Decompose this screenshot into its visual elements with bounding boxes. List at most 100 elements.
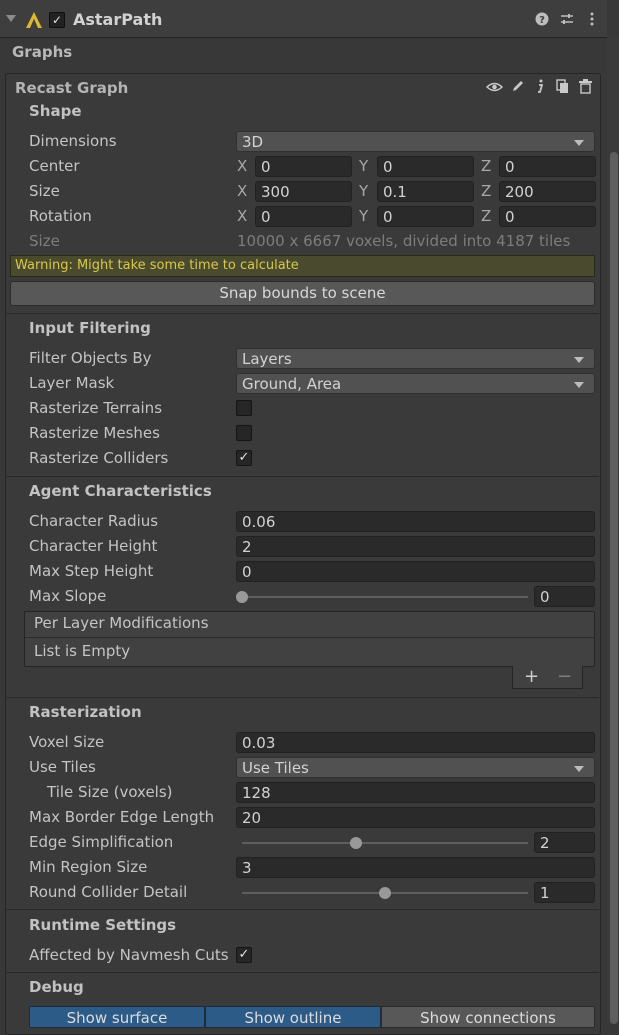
center-z-field[interactable]: 0 xyxy=(499,156,596,177)
filter-objects-dropdown[interactable]: Layers xyxy=(236,348,595,369)
rasterize-terrains-label: Rasterize Terrains xyxy=(29,399,163,417)
center-x-field[interactable]: 0 xyxy=(255,156,352,177)
divider xyxy=(6,972,599,973)
chevron-down-icon xyxy=(574,357,584,363)
tile-size-field[interactable]: 128 xyxy=(236,782,595,803)
dimensions-label: Dimensions xyxy=(29,132,117,150)
divider xyxy=(6,909,599,910)
voxel-info-value: 10000 x 6667 voxels, divided into 4187 t… xyxy=(237,232,571,250)
show-outline-toggle[interactable]: Show outline xyxy=(205,1006,381,1028)
add-icon[interactable]: + xyxy=(524,666,539,687)
max-step-height-label: Max Step Height xyxy=(29,562,154,580)
pencil-icon[interactable] xyxy=(511,79,525,93)
per-layer-modifications-header: Per Layer Modifications xyxy=(34,614,209,632)
warning-message: Warning: Might take some time to calcula… xyxy=(10,255,595,277)
help-icon[interactable]: ? xyxy=(534,12,550,28)
duplicate-icon[interactable] xyxy=(556,79,569,94)
eye-icon[interactable] xyxy=(486,80,503,94)
rotation-label: Rotation xyxy=(29,207,92,225)
rotation-y-label: Y xyxy=(359,207,369,225)
center-z-label: Z xyxy=(481,157,492,175)
navmesh-cuts-checkbox[interactable]: ✓ xyxy=(236,947,252,963)
size-x-label: X xyxy=(237,182,248,200)
kebab-menu-icon[interactable] xyxy=(584,12,600,28)
edge-simplification-field[interactable]: 2 xyxy=(534,832,595,853)
divider xyxy=(6,313,599,314)
rasterize-colliders-label: Rasterize Colliders xyxy=(29,449,169,467)
rasterize-meshes-label: Rasterize Meshes xyxy=(29,424,160,442)
debug-section-title[interactable]: Debug xyxy=(29,978,84,996)
layer-mask-dropdown[interactable]: Ground, Area xyxy=(236,373,595,394)
character-height-field[interactable]: 2 xyxy=(236,536,595,557)
astar-logo-icon xyxy=(26,12,42,28)
chevron-down-icon xyxy=(574,382,584,388)
svg-text:?: ? xyxy=(539,15,545,26)
foldout-arrow-icon[interactable] xyxy=(6,15,16,22)
rotation-x-label: X xyxy=(237,207,248,225)
rasterization-section-title[interactable]: Rasterization xyxy=(29,703,142,721)
voxel-info-label: Size xyxy=(29,232,60,250)
center-x-label: X xyxy=(237,157,248,175)
center-y-field[interactable]: 0 xyxy=(377,156,474,177)
center-label: Center xyxy=(29,157,80,175)
size-label: Size xyxy=(29,182,60,200)
center-y-label: Y xyxy=(359,157,369,175)
min-region-size-field[interactable]: 3 xyxy=(236,857,595,878)
max-slope-field[interactable]: 0 xyxy=(534,586,595,607)
rotation-z-field[interactable]: 0 xyxy=(499,206,596,227)
layer-mask-value: Ground, Area xyxy=(242,375,342,393)
voxel-size-label: Voxel Size xyxy=(29,733,105,751)
show-connections-toggle[interactable]: Show connections xyxy=(381,1006,595,1028)
scrollbar-thumb[interactable] xyxy=(610,152,618,1024)
min-region-size-label: Min Region Size xyxy=(29,858,148,876)
character-radius-field[interactable]: 0.06 xyxy=(236,511,595,532)
round-collider-detail-label: Round Collider Detail xyxy=(29,883,188,901)
size-z-field[interactable]: 200 xyxy=(499,181,596,202)
max-slope-slider-track[interactable] xyxy=(242,596,528,598)
max-border-edge-field[interactable]: 20 xyxy=(236,807,595,828)
graph-title[interactable]: Recast Graph xyxy=(15,79,128,97)
component-enabled-checkbox[interactable]: ✓ xyxy=(49,12,65,28)
presets-icon[interactable] xyxy=(559,12,575,28)
use-tiles-label: Use Tiles xyxy=(29,758,96,776)
divider xyxy=(6,476,599,477)
rasterize-meshes-checkbox[interactable] xyxy=(236,425,252,441)
round-collider-detail-field[interactable]: 1 xyxy=(534,882,595,903)
edge-simplification-label: Edge Simplification xyxy=(29,833,174,851)
dimensions-value: 3D xyxy=(242,133,264,151)
round-collider-detail-slider-handle[interactable] xyxy=(379,887,391,899)
info-icon[interactable] xyxy=(535,79,545,94)
max-slope-slider-handle[interactable] xyxy=(236,591,248,603)
rotation-z-label: Z xyxy=(481,207,492,225)
max-step-height-field[interactable]: 0 xyxy=(236,561,595,582)
voxel-size-field[interactable]: 0.03 xyxy=(236,732,595,753)
rotation-x-field[interactable]: 0 xyxy=(255,206,352,227)
character-height-label: Character Height xyxy=(29,537,158,555)
remove-icon[interactable]: − xyxy=(557,666,572,687)
agent-section-title[interactable]: Agent Characteristics xyxy=(29,482,212,500)
edge-simplification-slider-track[interactable] xyxy=(242,842,528,844)
rasterize-colliders-checkbox[interactable]: ✓ xyxy=(236,450,252,466)
input-filtering-section-title[interactable]: Input Filtering xyxy=(29,319,151,337)
max-border-edge-label: Max Border Edge Length xyxy=(29,808,215,826)
component-title: AstarPath xyxy=(73,10,163,29)
size-x-field[interactable]: 300 xyxy=(255,181,352,202)
divider xyxy=(25,637,594,638)
snap-bounds-button[interactable]: Snap bounds to scene xyxy=(10,281,595,306)
trash-icon[interactable] xyxy=(579,79,592,94)
character-radius-label: Character Radius xyxy=(29,512,159,530)
rotation-y-field[interactable]: 0 xyxy=(377,206,474,227)
use-tiles-value: Use Tiles xyxy=(242,759,309,777)
show-surface-toggle[interactable]: Show surface xyxy=(29,1006,205,1028)
chevron-down-icon xyxy=(574,766,584,772)
graphs-foldout[interactable]: Graphs xyxy=(12,43,72,61)
runtime-section-title[interactable]: Runtime Settings xyxy=(29,916,176,934)
use-tiles-dropdown[interactable]: Use Tiles xyxy=(236,757,595,778)
filter-objects-label: Filter Objects By xyxy=(29,349,152,367)
shape-section-title[interactable]: Shape xyxy=(29,102,82,120)
max-slope-label: Max Slope xyxy=(29,587,107,605)
size-y-field[interactable]: 0.1 xyxy=(377,181,474,202)
chevron-down-icon xyxy=(574,140,584,146)
dimensions-dropdown[interactable]: 3D xyxy=(236,131,595,152)
rasterize-terrains-checkbox[interactable] xyxy=(236,400,252,416)
